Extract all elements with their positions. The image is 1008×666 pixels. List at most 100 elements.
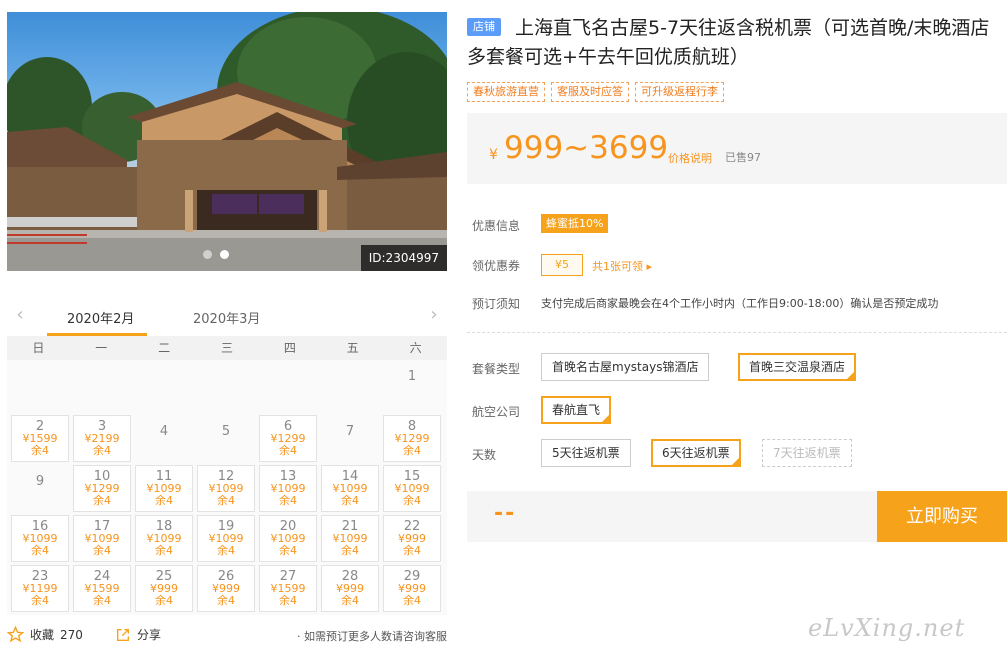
photo-dot[interactable]	[203, 250, 212, 259]
tab-month-2[interactable]: 2020年3月	[193, 308, 260, 327]
share-label: 分享	[137, 628, 162, 642]
calendar-day-available[interactable]: 18 ¥1099 余4	[135, 515, 193, 562]
sold-count: 已售97	[725, 151, 761, 164]
price-box: ¥ 999~3699 价格说明 已售97	[467, 113, 1007, 184]
calendar-day-available[interactable]: 12 ¥1099 余4	[197, 465, 255, 512]
coupon-claim-link[interactable]: 共1张可领 ▸	[592, 258, 652, 274]
tab-month-1[interactable]: 2020年2月	[67, 308, 134, 327]
share-button[interactable]: 分享	[115, 626, 161, 643]
day-remaining: 余4	[279, 594, 297, 607]
calendar-day-available[interactable]: 15 ¥1099 余4	[383, 465, 441, 512]
calendar-day: 5	[197, 415, 255, 462]
quantity-display[interactable]: --	[494, 501, 516, 526]
buy-now-button[interactable]: 立即购买	[877, 491, 1007, 542]
product-title: 上海直飞名古屋5-7天往返含税机票（可选首晚/末晚酒店多套餐可选+午去午回优质航…	[467, 17, 990, 68]
day-number: 1	[407, 369, 417, 384]
service-tag: 客服及时应答	[551, 82, 629, 102]
calendar-day-available[interactable]: 11 ¥1099 余4	[135, 465, 193, 512]
calendar-day-available[interactable]: 28 ¥999 余4	[321, 565, 379, 612]
calendar-day-available[interactable]: 19 ¥1099 余4	[197, 515, 255, 562]
package-label: 套餐类型	[472, 362, 521, 376]
next-month-chevron-right-icon[interactable]: ›	[427, 306, 441, 324]
calendar-day-available[interactable]: 14 ¥1099 余4	[321, 465, 379, 512]
weekday-label: 三	[221, 341, 234, 355]
calendar-day-available[interactable]: 29 ¥999 余4	[383, 565, 441, 612]
day-remaining: 余4	[93, 544, 111, 557]
prev-month-chevron-left-icon[interactable]: ‹	[13, 306, 27, 324]
favorite-count: 270	[60, 627, 83, 642]
day-remaining: 余4	[279, 544, 297, 557]
service-tag: 可升级返程行李	[635, 82, 724, 102]
day-remaining: 余4	[155, 594, 173, 607]
day-number: 4	[159, 424, 169, 439]
day-remaining: 余4	[217, 544, 235, 557]
calendar-day: 4	[135, 415, 193, 462]
shop-badge[interactable]: 店铺	[467, 18, 501, 36]
weekday-label: 日	[32, 341, 45, 355]
divider	[467, 332, 1007, 333]
coupon-ticket[interactable]: ¥5	[541, 254, 583, 276]
calendar-header: ‹ 2020年2月 2020年3月 ›	[7, 300, 447, 336]
product-actions: 收藏 270 分享 · 如需预订更多人数请咨询客服	[7, 626, 447, 646]
calendar-grid: 1 2 ¥1599 余4 3 ¥2199 余4 4 5 6 ¥1299 余4 7 8 ¥1299 余4 9 10 ¥…	[7, 360, 447, 615]
calendar-day: 1	[383, 360, 441, 407]
weekday-label: 四	[283, 341, 296, 355]
calendar-day: 7	[321, 415, 379, 462]
calendar-day-available[interactable]: 3 ¥2199 余4	[73, 415, 131, 462]
watermark: eLvXing.net	[808, 614, 966, 642]
day-remaining: 余4	[403, 444, 421, 457]
package-option-selected[interactable]: 首晚三交温泉酒店	[738, 353, 857, 381]
calendar-day-available[interactable]: 24 ¥1599 余4	[73, 565, 131, 612]
calendar-day-available[interactable]: 8 ¥1299 余4	[383, 415, 441, 462]
day-remaining: 余4	[93, 444, 111, 457]
day-remaining: 余4	[341, 544, 359, 557]
calendar-day: 9	[11, 465, 69, 512]
weekday-label: 二	[158, 341, 171, 355]
calendar-day-available[interactable]: 13 ¥1099 余4	[259, 465, 317, 512]
booking-label: 预订须知	[472, 297, 521, 311]
calendar-day-available[interactable]: 21 ¥1099 余4	[321, 515, 379, 562]
calendar-day-available[interactable]: 2 ¥1599 余4	[11, 415, 69, 462]
calendar-day-available[interactable]: 6 ¥1299 余4	[259, 415, 317, 462]
package-option[interactable]: 首晚名古屋mystays锦酒店	[541, 353, 710, 381]
day-number: 5	[221, 424, 231, 439]
day-number: 9	[35, 474, 45, 489]
product-photo[interactable]: ID:2304997	[7, 12, 447, 271]
day-number: 7	[345, 424, 355, 439]
day-remaining: 余4	[155, 494, 173, 507]
day-remaining: 余4	[403, 594, 421, 607]
days-option[interactable]: 5天往返机票	[541, 439, 631, 467]
calendar-day-available[interactable]: 23 ¥1199 余4	[11, 565, 69, 612]
calendar-day-available[interactable]: 17 ¥1099 余4	[73, 515, 131, 562]
coupon-label: 领优惠券	[472, 259, 521, 273]
photo-dot-active[interactable]	[220, 250, 229, 259]
calendar-day-available[interactable]: 20 ¥1099 余4	[259, 515, 317, 562]
calendar-day-available[interactable]: 25 ¥999 余4	[135, 565, 193, 612]
calendar-day-available[interactable]: 26 ¥999 余4	[197, 565, 255, 612]
favorite-button[interactable]: 收藏 270	[7, 626, 83, 643]
calendar-day-available[interactable]: 10 ¥1299 余4	[73, 465, 131, 512]
price-info-link[interactable]: 价格说明	[668, 150, 712, 166]
day-remaining: 余4	[279, 444, 297, 457]
calendar-day-available[interactable]: 22 ¥999 余4	[383, 515, 441, 562]
airline-option-selected[interactable]: 春航直飞	[541, 396, 612, 424]
calendar-day-available[interactable]: 16 ¥1099 余4	[11, 515, 69, 562]
calendar-day-available[interactable]: 27 ¥1599 余4	[259, 565, 317, 612]
discount-label: 优惠信息	[472, 219, 521, 233]
day-remaining: 余4	[31, 444, 49, 457]
booking-contact-note: · 如需预订更多人数请咨询客服	[297, 630, 447, 643]
day-remaining: 余4	[403, 544, 421, 557]
calendar-weekdays: 日一二三四五六	[7, 336, 447, 360]
days-option-selected[interactable]: 6天往返机票	[651, 439, 741, 467]
service-tag: 春秋旅游直营	[467, 82, 545, 102]
day-remaining: 余4	[217, 494, 235, 507]
photo-pager[interactable]	[203, 250, 229, 259]
shrine-illustration	[7, 12, 447, 271]
days-label: 天数	[472, 448, 497, 462]
day-remaining: 余4	[341, 494, 359, 507]
day-remaining: 余4	[93, 494, 111, 507]
day-remaining: 余4	[279, 494, 297, 507]
day-remaining: 余4	[403, 494, 421, 507]
discount-badge: 蜂蜜抵10%	[541, 214, 609, 233]
weekday-label: 五	[346, 341, 359, 355]
